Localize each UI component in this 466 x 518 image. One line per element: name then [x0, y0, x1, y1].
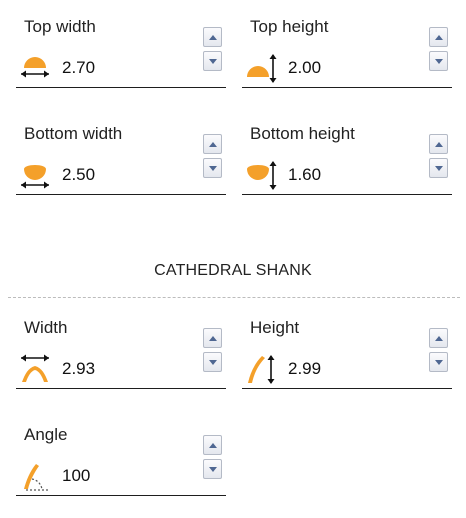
shank-angle-label: Angle: [24, 425, 68, 444]
top-height-icon: [247, 54, 277, 83]
shank-angle-icon: [24, 464, 48, 491]
bottom-height-icon: [247, 161, 277, 190]
shank-angle-field: Angle: [16, 425, 226, 496]
bottom-height-field: Bottom height: [242, 124, 452, 195]
bottom-height-label: Bottom height: [250, 124, 355, 143]
shank-angle-underline: [16, 495, 226, 496]
top-width-spinner: [203, 27, 223, 75]
bottom-width-input[interactable]: [62, 165, 182, 185]
shank-height-icon: [248, 355, 275, 384]
shank-width-increment-button[interactable]: [203, 328, 222, 348]
shank-height-input[interactable]: [288, 359, 408, 379]
top-height-label: Top height: [250, 17, 329, 36]
bottom-height-decrement-button[interactable]: [429, 158, 448, 178]
shank-width-icon: [21, 354, 49, 382]
top-height-decrement-button[interactable]: [429, 51, 448, 71]
bottom-height-input[interactable]: [288, 165, 408, 185]
shank-height-underline: [242, 388, 452, 389]
top-width-input[interactable]: [62, 58, 182, 78]
top-width-decrement-button[interactable]: [203, 51, 222, 71]
cathedral-shank-title: CATHEDRAL SHANK: [154, 262, 312, 279]
shank-width-spinner: [203, 328, 223, 376]
bottom-width-spinner: [203, 134, 223, 182]
shank-angle-input[interactable]: [62, 466, 182, 486]
bottom-width-underline: [16, 194, 226, 195]
top-width-underline: [16, 87, 226, 88]
shank-angle-increment-button[interactable]: [203, 435, 222, 455]
bottom-height-spinner: [429, 134, 449, 182]
bottom-height-increment-button[interactable]: [429, 134, 448, 154]
shank-angle-decrement-button[interactable]: [203, 459, 222, 479]
shank-width-label: Width: [24, 318, 68, 337]
bottom-width-label: Bottom width: [24, 124, 123, 143]
shank-height-spinner: [429, 328, 449, 376]
top-width-field: Top width: [16, 17, 226, 88]
top-width-label: Top width: [24, 17, 96, 36]
section-divider: [8, 297, 460, 298]
shank-width-field: Width: [16, 318, 226, 389]
top-height-underline: [242, 87, 452, 88]
shank-width-underline: [16, 388, 226, 389]
shank-height-increment-button[interactable]: [429, 328, 448, 348]
shank-width-decrement-button[interactable]: [203, 352, 222, 372]
top-width-icon: [21, 57, 49, 78]
shank-width-input[interactable]: [62, 359, 182, 379]
top-width-increment-button[interactable]: [203, 27, 222, 47]
bottom-width-decrement-button[interactable]: [203, 158, 222, 178]
top-height-field: Top height: [242, 17, 452, 88]
shank-height-label: Height: [250, 318, 300, 337]
shank-height-decrement-button[interactable]: [429, 352, 448, 372]
shank-angle-spinner: [203, 435, 223, 483]
top-height-input[interactable]: [288, 58, 408, 78]
bottom-width-field: Bottom width: [16, 124, 226, 195]
top-height-spinner: [429, 27, 449, 75]
shank-height-field: Height: [242, 318, 452, 389]
bottom-height-underline: [242, 194, 452, 195]
bottom-width-icon: [21, 165, 49, 189]
top-height-increment-button[interactable]: [429, 27, 448, 47]
bottom-width-increment-button[interactable]: [203, 134, 222, 154]
